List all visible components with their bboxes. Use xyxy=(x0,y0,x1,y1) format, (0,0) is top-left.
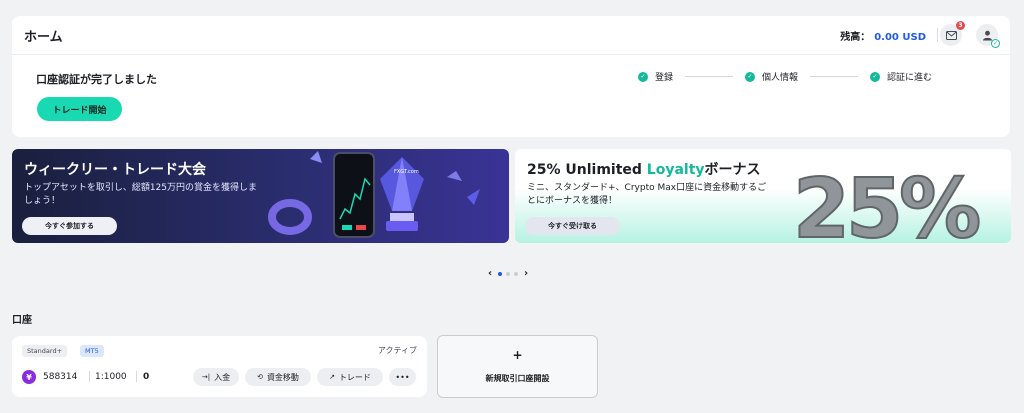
verification-card: 口座認証が完了しました トレード開始 ✓ 登録 ✓ 個人情報 ✓ 認証に進む xyxy=(12,54,1010,137)
balance-value: 0.00 USD xyxy=(874,32,926,43)
balance-display: 残高： 0.00 USD xyxy=(840,28,926,43)
deposit-label: 入金 xyxy=(214,372,231,382)
platform-tag: MT5 xyxy=(80,345,104,357)
banner-title: ウィークリー・トレード大会 xyxy=(24,162,206,178)
trend-icon: ↗ xyxy=(329,373,335,381)
more-options-button[interactable]: ••• xyxy=(389,368,416,386)
divider xyxy=(89,371,90,382)
verification-steps: ✓ 登録 ✓ 個人情報 ✓ 認証に進む xyxy=(638,70,932,83)
chevron-left-icon[interactable]: ‹ xyxy=(484,268,496,279)
transfer-icon: ⟲ xyxy=(257,373,263,381)
carousel-dot[interactable] xyxy=(498,271,502,276)
open-new-account-card[interactable]: + 新規取引口座開設 xyxy=(437,335,598,398)
claim-now-button[interactable]: 今すぐ受け取る xyxy=(525,217,620,235)
trade-label: トレード xyxy=(338,372,371,382)
account-type-tag: Standard+ xyxy=(22,345,68,357)
banner-title-prefix: 25% Unlimited xyxy=(527,162,647,178)
banner-subtitle: ミニ、スタンダード+、Crypto Max口座に資金移動するごとにボーナスを獲得… xyxy=(527,183,767,206)
divider xyxy=(136,371,137,382)
top-header: ホーム 残高： 0.00 USD 3 ✓ xyxy=(12,16,1010,54)
deposit-button[interactable]: →| 入金 xyxy=(193,368,239,386)
balance-label: 残高： xyxy=(840,32,871,43)
check-icon: ✓ xyxy=(638,71,648,82)
transfer-button[interactable]: ⟲ 資金移動 xyxy=(245,368,311,386)
transfer-label: 資金移動 xyxy=(266,372,299,382)
promo-banner-trading-contest[interactable]: ウィークリー・トレード大会 トップアセットを取引し、総額125万円の賞金を獲得し… xyxy=(12,149,509,243)
open-new-account-label: 新規取引口座開設 xyxy=(485,374,550,383)
step-connector xyxy=(810,76,859,77)
check-icon: ✓ xyxy=(745,71,756,82)
step-label: 登録 xyxy=(655,73,674,83)
step-verification: ✓ 認証に進む xyxy=(870,70,932,83)
messages-button[interactable]: 3 xyxy=(940,21,965,46)
trade-button[interactable]: ↗ トレード xyxy=(317,368,383,386)
account-number: 588314 xyxy=(43,372,78,382)
check-icon: ✓ xyxy=(870,71,881,82)
account-card: Standard+ MT5 アクティブ ¥ 588314 1:1000 0 →|… xyxy=(12,336,427,397)
profile-button[interactable]: ✓ xyxy=(976,24,1000,48)
step-registration: ✓ 登録 xyxy=(638,70,673,83)
trophy-label: FXGT.com xyxy=(394,169,419,175)
percent-art-text: 25% xyxy=(793,162,979,243)
percent-illustration: 25% xyxy=(792,161,984,243)
banner-title: 25% Unlimited Loyaltyボーナス xyxy=(527,159,761,179)
step-label: 認証に進む xyxy=(887,73,933,83)
header-divider xyxy=(937,28,938,42)
deposit-icon: →| xyxy=(201,373,211,381)
step-personal-info: ✓ 個人情報 xyxy=(745,70,798,83)
banner-subtitle: トップアセットを取引し、総額125万円の賞金を獲得しましょう！ xyxy=(24,183,257,206)
banner-title-brand: Loyalty xyxy=(646,162,705,178)
page-title: ホーム xyxy=(24,30,63,45)
user-icon xyxy=(982,30,992,40)
account-balance: 0 xyxy=(143,372,150,382)
promo-banner-loyalty-bonus[interactable]: 25% Unlimited Loyaltyボーナス ミニ、スタンダード+、Cry… xyxy=(515,149,1011,243)
step-connector xyxy=(685,76,734,77)
plus-icon: + xyxy=(512,348,523,362)
notification-badge: 3 xyxy=(956,21,965,30)
accounts-section-title: 口座 xyxy=(12,315,32,326)
chevron-right-icon[interactable]: › xyxy=(520,268,532,279)
account-leverage: 1:1000 xyxy=(95,372,127,382)
verification-title: 口座認証が完了しました xyxy=(36,73,157,86)
start-trading-button[interactable]: トレード開始 xyxy=(37,97,122,121)
banner-title-suffix: ボーナス xyxy=(704,162,761,178)
mail-icon xyxy=(945,30,957,40)
check-icon: ✓ xyxy=(991,39,1000,48)
yen-icon: ¥ xyxy=(22,370,36,384)
step-label: 個人情報 xyxy=(762,73,799,83)
join-now-button[interactable]: 今すぐ参加する xyxy=(22,217,117,235)
carousel-dot[interactable] xyxy=(514,271,518,276)
trophy-phone-illustration: FXGT.com xyxy=(268,151,480,238)
carousel-dot[interactable] xyxy=(506,271,510,276)
banner-carousel-controls: ‹ › xyxy=(484,268,532,279)
account-status: アクティブ xyxy=(377,346,417,355)
